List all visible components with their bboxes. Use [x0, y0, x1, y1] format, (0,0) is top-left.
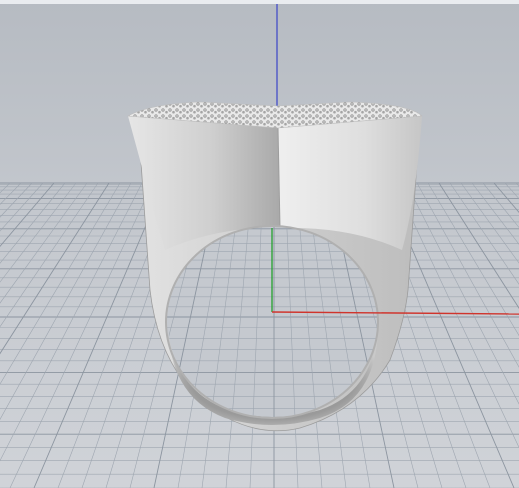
perspective-viewport[interactable] [0, 0, 519, 488]
viewport-canvas[interactable] [0, 0, 519, 488]
viewport-top-border [0, 0, 519, 4]
